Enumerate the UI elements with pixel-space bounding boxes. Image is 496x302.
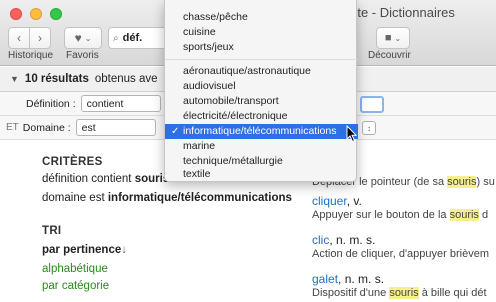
menu-item-electricite[interactable]: électricité/électronique (165, 109, 358, 124)
definition-text: Dispositif d'une (312, 287, 390, 299)
criteria-summary-line2: domaine est informatique/télécommunicati… (42, 192, 292, 204)
entry-definition: Appuyer sur le bouton de la souris d (312, 209, 488, 221)
highlight-souris: souris (449, 209, 479, 221)
menu-item-informatique[interactable]: ✓ informatique/télécommunications (165, 124, 358, 139)
checkmark-icon: ✓ (171, 126, 180, 137)
highlight-souris: souris (389, 287, 419, 299)
search-icon: ⌕ (113, 32, 119, 44)
tri-title: TRI (42, 225, 62, 237)
entry-galet[interactable]: galet, n. m. s. (312, 272, 384, 286)
history-label: Historique (8, 50, 54, 61)
menu-separator (165, 59, 358, 60)
menu-item-chasse-peche[interactable]: chasse/pêche (165, 10, 358, 25)
menu-item-aeronautique[interactable]: aéronautique/astronautique (165, 64, 358, 79)
entry-pos: , v. (346, 194, 362, 208)
forward-button[interactable]: › (29, 27, 51, 49)
domain-dropdown-menu: chasse/pêche cuisine sports/jeux aéronau… (164, 0, 358, 182)
chevron-right-icon: › (38, 31, 42, 45)
menu-item-marine[interactable]: marine (165, 139, 358, 154)
entry-pos: , n. m. s. (329, 233, 376, 247)
entry-word[interactable]: galet (312, 272, 338, 286)
search-input-text: déf. (122, 32, 143, 44)
criteria-summary-text: définition contient (42, 173, 135, 185)
definition-text: Action de cliquer, d'appuyer briève (312, 248, 480, 260)
mouse-pointer-icon (346, 125, 358, 143)
results-text: obtenus ave (94, 73, 158, 85)
disclosure-triangle-icon[interactable]: ▼ (10, 74, 19, 84)
menu-item-textile[interactable]: textile (165, 167, 358, 182)
definition-operator-field[interactable]: contient (80, 95, 161, 112)
favorites-label: Favoris (66, 50, 99, 61)
results-count: 10 résultats (24, 73, 89, 85)
domain-operator-value: est (81, 121, 96, 134)
entry-word[interactable]: cliquer (312, 194, 347, 208)
sort-pertinence-label: par pertinence (42, 244, 122, 256)
tshirt-icon: ■ (384, 32, 392, 44)
menu-item-automobile[interactable]: automobile/transport (165, 94, 358, 109)
back-button[interactable]: ‹ (8, 27, 30, 49)
et-label: ET (6, 122, 19, 133)
menu-item-audiovisuel[interactable]: audiovisuel (165, 79, 358, 94)
sort-by-category-link[interactable]: par catégorie (42, 280, 109, 292)
updown-chevron-icon: ↕ (367, 123, 371, 133)
menu-item-sports-jeux[interactable]: sports/jeux (165, 40, 358, 55)
sort-arrow-icon: ↓ (121, 244, 127, 256)
highlight-souris: souris (447, 176, 477, 188)
menu-item-cuisine[interactable]: cuisine (165, 25, 358, 40)
criteria-summary-text: domaine est (42, 192, 108, 204)
definition-text: à bille qui dét (418, 287, 487, 299)
close-window-button[interactable] (10, 8, 22, 20)
entry-definition: Dispositif d'une souris à bille qui dét (312, 287, 487, 299)
chevron-down-icon: ⌄ (394, 33, 402, 43)
definition-text: Appuyer sur le bouton de la (312, 209, 450, 221)
definition-value-field[interactable] (360, 96, 384, 113)
menu-item-label: informatique/télécommunications (183, 125, 337, 137)
sort-by-pertinence[interactable]: par pertinence↓ (42, 244, 127, 256)
heart-icon: ♥ (74, 31, 82, 45)
definition-operator-value: contient (86, 97, 124, 110)
definition-text: ) su (476, 176, 495, 188)
discover-label: Découvrir (368, 50, 411, 61)
criteres-title: CRITÈRES (42, 156, 103, 168)
entry-pos: , n. m. s. (338, 272, 385, 286)
zoom-window-button[interactable] (50, 8, 62, 20)
domain-label: Domaine : (22, 121, 71, 134)
domain-operator-field[interactable]: est (75, 119, 156, 136)
entry-definition: Action de cliquer, d'appuyer brièvem (312, 248, 489, 260)
domain-popup-button[interactable]: ↕ (362, 121, 376, 135)
entry-cliquer[interactable]: cliquer, v. (312, 194, 362, 208)
definition-text: m (479, 248, 489, 260)
discover-button[interactable]: ■ ⌄ (376, 27, 410, 49)
sort-alphabetical-link[interactable]: alphabétique (42, 263, 108, 275)
chevron-down-icon: ⌄ (84, 33, 92, 43)
criteria-summary-domain: informatique/télécommunications (107, 192, 292, 204)
entry-clic[interactable]: clic, n. m. s. (312, 233, 375, 247)
definition-text: d (478, 209, 489, 221)
favorites-button[interactable]: ♥ ⌄ (64, 27, 102, 49)
app-window: idote - Dictionnaires ‹ › ♥ ⌄ ⌕ déf. ■ ⌄… (0, 0, 496, 302)
definition-label: Définition : (26, 97, 76, 110)
chevron-left-icon: ‹ (17, 31, 21, 45)
entry-word[interactable]: clic (312, 233, 329, 247)
minimize-window-button[interactable] (30, 8, 42, 20)
